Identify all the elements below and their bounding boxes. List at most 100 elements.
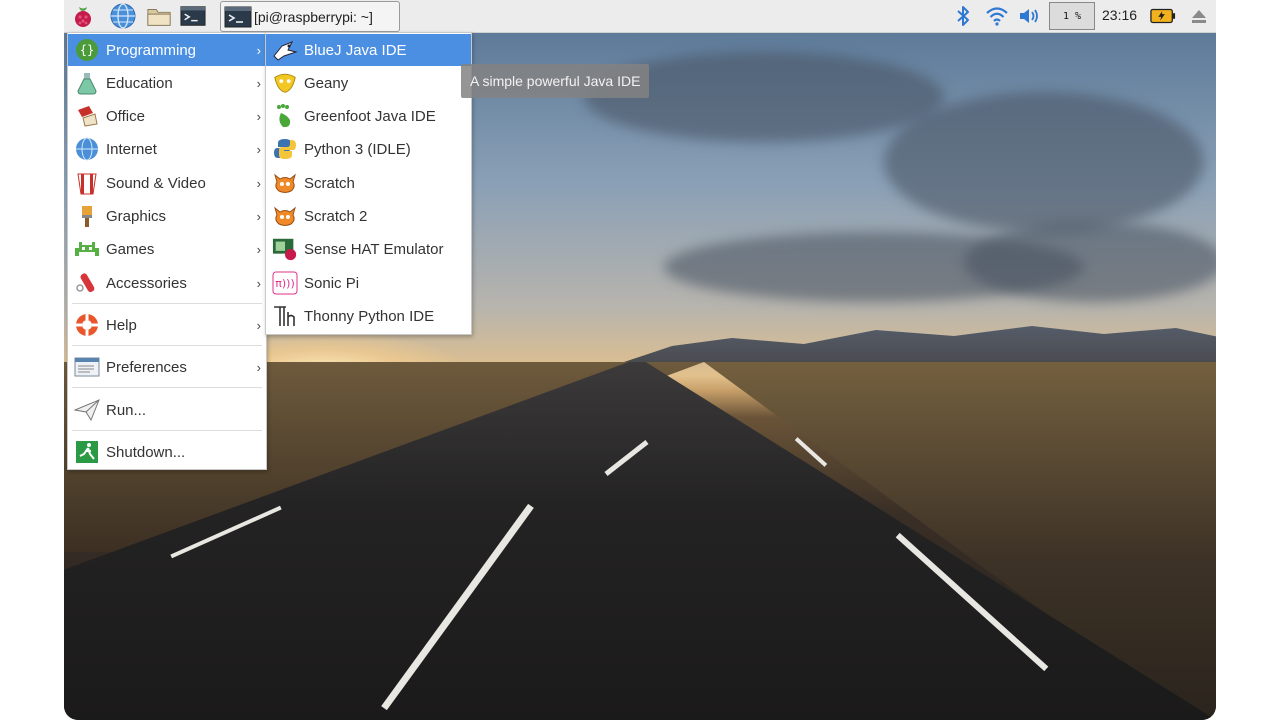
menu-item-shutdown[interactable]: Shutdown... [68,436,266,468]
terminal-window-button[interactable]: [pi@raspberrypi: ~] [220,1,400,32]
menu-item-internet[interactable]: Internet › [68,133,266,165]
python-icon [272,136,298,162]
menu-item-run[interactable]: Run... [68,394,266,426]
accessories-icon [74,270,100,296]
chevron-right-icon: › [256,42,261,58]
raspberry-icon[interactable] [70,3,96,29]
submenu-item-label: Thonny Python IDE [304,307,435,325]
web-browser-icon[interactable] [110,3,136,29]
scratch2-icon [272,203,298,229]
menu-item-accessories[interactable]: Accessories › [68,267,266,299]
geany-icon [272,70,298,96]
sense-hat-icon [272,236,298,262]
graphics-icon [74,203,100,229]
battery-charging-icon[interactable] [1150,3,1176,29]
menu-item-help[interactable]: Help › [68,309,266,341]
sound-video-icon [74,170,100,196]
tooltip: A simple powerful Java IDE [461,64,650,98]
submenu-item-label: Scratch 2 [304,207,368,225]
games-icon [74,236,100,262]
preferences-icon [74,354,100,380]
svg-text:π))): π))) [275,277,295,290]
submenu-item-python[interactable]: Python 3 (IDLE) [266,133,471,165]
screen: [pi@raspberrypi: ~] 1 % 23:16 {} Program… [64,0,1216,720]
wifi-icon[interactable] [984,3,1010,29]
submenu-item-label: Geany [304,74,349,92]
thonny-icon [272,303,298,329]
submenu-item-geany[interactable]: Geany [266,67,471,99]
submenu-item-label: Sonic Pi [304,274,360,292]
wallpaper-cloud [964,222,1216,302]
menu-item-label: Internet [106,140,157,158]
menu-item-office[interactable]: Office › [68,100,266,132]
submenu-item-greenfoot[interactable]: Greenfoot Java IDE [266,100,471,132]
programming-submenu: BlueJ Java IDE Geany Greenfoot Java IDE … [265,32,472,335]
run-icon [74,397,100,423]
bluetooth-icon[interactable] [950,3,976,29]
menu-item-label: Preferences [106,358,187,376]
menu-item-preferences[interactable]: Preferences › [68,351,266,383]
terminal-icon [224,5,252,29]
submenu-item-scratch[interactable]: Scratch [266,167,471,199]
education-icon [74,70,100,96]
submenu-item-scratch-2[interactable]: Scratch 2 [266,200,471,232]
chevron-right-icon: › [256,241,261,257]
menu-item-label: Office [106,107,145,125]
terminal-window-label: [pi@raspberrypi: ~] [254,8,373,25]
submenu-item-sense-hat[interactable]: Sense HAT Emulator [266,233,471,265]
menu-item-label: Sound & Video [106,174,206,192]
chevron-right-icon: › [256,75,261,91]
help-icon [74,312,100,338]
chevron-right-icon: › [256,141,261,157]
chevron-right-icon: › [256,317,261,333]
menu-item-label: Accessories [106,274,187,292]
menu-item-education[interactable]: Education › [68,67,266,99]
submenu-item-label: Sense HAT Emulator [304,240,444,258]
chevron-right-icon: › [256,275,261,291]
programming-icon: {} [74,37,100,63]
file-manager-icon[interactable] [146,3,172,29]
chevron-right-icon: › [256,208,261,224]
submenu-item-label: Greenfoot Java IDE [304,107,436,125]
menu-item-graphics[interactable]: Graphics › [68,200,266,232]
eject-icon[interactable] [1186,3,1212,29]
svg-text:{}: {} [80,43,94,57]
bluej-icon [272,37,298,63]
menu-separator [72,387,262,388]
submenu-item-label: BlueJ Java IDE [304,41,407,59]
taskbar: [pi@raspberrypi: ~] 1 % 23:16 [64,0,1216,33]
submenu-item-bluej[interactable]: BlueJ Java IDE [266,34,471,66]
office-icon [74,103,100,129]
internet-icon [74,136,100,162]
submenu-item-label: Scratch [304,174,355,192]
menu-item-programming[interactable]: {} Programming › [68,34,266,66]
scratch-icon [272,170,298,196]
volume-icon[interactable] [1016,3,1042,29]
submenu-item-label: Python 3 (IDLE) [304,140,411,158]
chevron-right-icon: › [256,175,261,191]
menu-separator [72,303,262,304]
menu-item-games[interactable]: Games › [68,233,266,265]
menu-item-label: Run... [106,401,147,419]
menu-separator [72,430,262,431]
chevron-right-icon: › [256,359,261,375]
main-menu: {} Programming › Education › Office › In… [67,32,267,470]
sonic-pi-icon: π))) [272,270,298,296]
menu-item-label: Games [106,240,155,258]
menu-item-label: Help [106,316,137,334]
clock[interactable]: 23:16 [1102,7,1137,23]
menu-item-label: Graphics [106,207,167,225]
chevron-right-icon: › [256,108,261,124]
menu-item-sound-video[interactable]: Sound & Video › [68,167,266,199]
greenfoot-icon [272,103,298,129]
menu-item-label: Programming [106,41,197,59]
wallpaper-cloud [884,92,1204,232]
menu-item-label: Education [106,74,173,92]
terminal-icon[interactable] [180,3,206,29]
menu-item-label: Shutdown... [106,443,186,461]
submenu-item-thonny[interactable]: Thonny Python IDE [266,300,471,332]
submenu-item-sonic-pi[interactable]: π))) Sonic Pi [266,267,471,299]
shutdown-icon [74,439,100,465]
cpu-usage-monitor[interactable]: 1 % [1049,2,1095,30]
menu-separator [72,345,262,346]
